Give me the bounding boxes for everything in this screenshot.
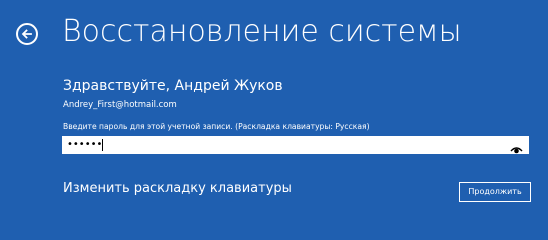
password-prompt: Введите пароль для этой учетной записи. … [63, 122, 370, 131]
account-email: Andrey_First@hotmail.com [63, 100, 177, 110]
account-greeting: Здравствуйте, Андрей Жуков [63, 78, 283, 94]
back-arrow-icon [21, 29, 32, 39]
text-caret [102, 139, 103, 151]
continue-button[interactable]: Продолжить [459, 182, 531, 202]
password-masked-value: •••••• [67, 139, 103, 150]
password-field[interactable]: •••••• [62, 136, 529, 154]
page-title: Восстановление системы [62, 14, 462, 49]
eye-icon[interactable] [510, 140, 523, 154]
change-keyboard-layout-link[interactable]: Изменить раскладку клавиатуры [63, 180, 292, 198]
back-button[interactable] [16, 23, 38, 45]
